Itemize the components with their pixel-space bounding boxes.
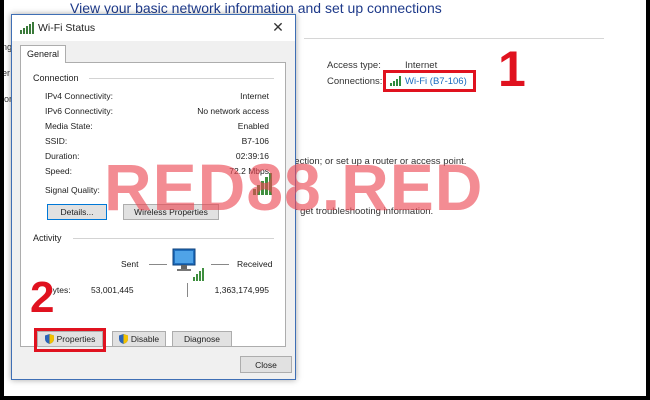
wifi-connection-link-label[interactable]: Wi-Fi (B7-106) <box>405 76 467 87</box>
received-line <box>211 264 229 265</box>
media-state-label: Media State: <box>45 121 93 131</box>
sent-line <box>149 264 167 265</box>
bytes-received-value: 1,363,174,995 <box>214 285 269 295</box>
section-divider <box>89 78 274 79</box>
ipv6-label: IPv6 Connectivity: <box>45 106 114 116</box>
tab-general[interactable]: General <box>20 45 67 63</box>
disable-button[interactable]: Disable <box>112 331 166 347</box>
access-type-label: Access type: <box>327 60 381 71</box>
close-button[interactable]: Close <box>240 356 292 373</box>
ssid-value: B7-106 <box>241 136 269 146</box>
details-button[interactable]: Details... <box>47 204 107 220</box>
wifi-signal-icon <box>390 76 401 86</box>
properties-highlight <box>34 328 106 352</box>
received-label: Received <box>237 259 273 269</box>
wifi-signal-icon <box>20 22 34 34</box>
troubleshoot-text: or get troubleshooting information. <box>289 206 434 217</box>
left-fragment: er <box>4 68 11 78</box>
activity-divider <box>187 283 188 297</box>
signal-bars-icon <box>253 173 272 195</box>
media-state-value: Enabled <box>237 121 269 131</box>
network-computer-icon <box>172 248 204 281</box>
ipv4-value: Internet <box>240 91 269 101</box>
shield-icon <box>118 334 128 344</box>
signal-quality-label: Signal Quality: <box>45 185 100 195</box>
general-tab-panel: Connection IPv4 Connectivity: Internet I… <box>20 62 286 347</box>
ipv4-label: IPv4 Connectivity: <box>45 91 114 101</box>
setup-connection-text: nection; or set up a router or access po… <box>289 156 467 167</box>
divider <box>304 38 604 39</box>
wifi-connection-link[interactable]: Wi-Fi (B7-106) <box>383 70 476 92</box>
dialog-title: Wi-Fi Status <box>38 22 96 34</box>
section-divider <box>73 238 274 239</box>
duration-value: 02:39:16 <box>235 151 269 161</box>
duration-label: Duration: <box>45 151 80 161</box>
disable-button-label: Disable <box>130 334 160 344</box>
close-icon[interactable]: ✕ <box>267 17 289 37</box>
activity-section-label: Activity <box>33 233 62 243</box>
sent-label: Sent <box>121 259 139 269</box>
connection-section-label: Connection <box>33 73 79 83</box>
bytes-sent-value: 53,001,445 <box>91 285 134 295</box>
connections-label: Connections: <box>327 76 383 87</box>
step-number-1: 1 <box>498 41 526 97</box>
screenshot-frame: View your basic network information and … <box>4 0 646 396</box>
ssid-label: SSID: <box>45 136 68 146</box>
wireless-properties-button[interactable]: Wireless Properties <box>123 204 219 220</box>
speed-label: Speed: <box>45 166 72 176</box>
ipv6-value: No network access <box>197 106 269 116</box>
step-number-2: 2 <box>30 273 55 322</box>
diagnose-button[interactable]: Diagnose <box>172 331 232 347</box>
dialog-titlebar[interactable]: Wi-Fi Status ✕ <box>12 15 295 41</box>
wifi-status-dialog: Wi-Fi Status ✕ General Connection IPv4 C… <box>11 14 296 380</box>
